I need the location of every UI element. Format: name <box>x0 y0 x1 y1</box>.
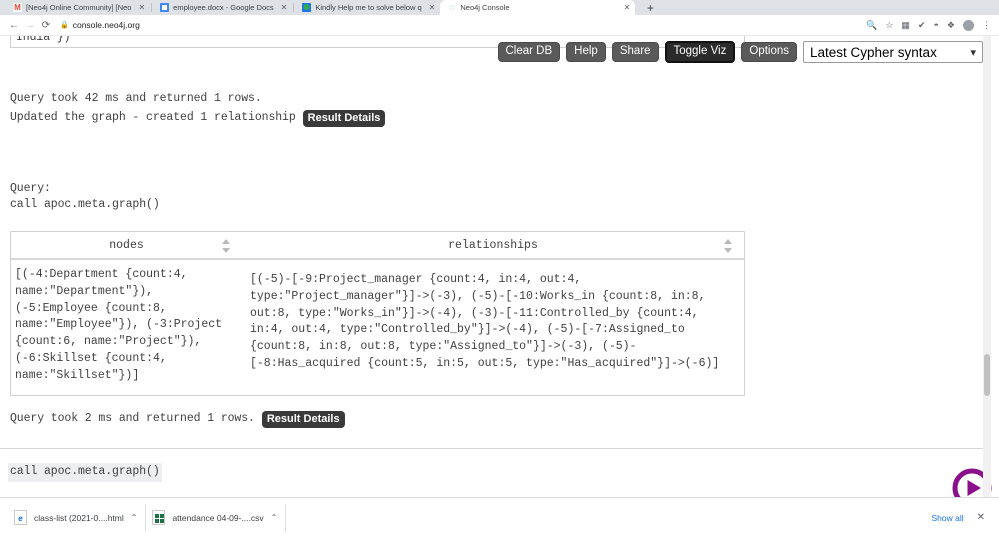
browser-tab-2[interactable]: Kindly Help me to solve below q ✕ <box>295 0 441 15</box>
scrollbar-thumb[interactable] <box>984 354 990 396</box>
previous-query-text: India"}) <box>16 36 71 44</box>
zoom-icon[interactable]: 🔍 <box>866 20 877 30</box>
column-header-label: relationships <box>448 238 538 252</box>
back-icon[interactable]: ← <box>6 17 22 33</box>
browser-toolbar: ← → ⟳ 🔒 console.neo4j.org 🔍 ☆ ▦ ✔ ◓ ❖ ⋮ <box>0 15 999 36</box>
tab-title: [Neo4j Online Community] [Neo <box>26 3 132 12</box>
reload-icon[interactable]: ⟳ <box>38 17 54 33</box>
neo4j-icon <box>447 3 457 12</box>
console-toolbar: Clear DB Help Share Toggle Viz Options L… <box>497 41 983 64</box>
toolbar-actions: 🔍 ☆ ▦ ✔ ◓ ❖ ⋮ <box>866 19 993 31</box>
query-label: Query: <box>10 182 51 195</box>
page-content: Clear DB Help Share Toggle Viz Options L… <box>0 36 992 497</box>
previous-status-text: Query took 42 ms and returned 1 rows. <box>10 92 262 105</box>
column-header-nodes[interactable]: nodes <box>11 232 242 258</box>
sort-icon[interactable] <box>724 239 732 253</box>
google-docs-icon <box>160 3 170 12</box>
query-text: call apoc.meta.graph() <box>10 198 160 211</box>
gmail-icon <box>13 3 22 12</box>
column-header-relationships[interactable]: relationships <box>242 232 744 258</box>
download-item-1[interactable]: attendance 04-09-....csv ⌃ <box>146 503 287 532</box>
lock-icon: 🔒 <box>60 22 69 29</box>
checkmark-icon[interactable]: ✔ <box>918 20 926 30</box>
chevron-down-icon: ▾ <box>970 47 976 60</box>
kebab-menu-icon[interactable]: ⋮ <box>982 20 991 30</box>
previous-update-text: Updated the graph - created 1 relationsh… <box>10 111 296 125</box>
downloads-bar: class-list (2021-0....html ⌃ attendance … <box>0 497 999 537</box>
share-button[interactable]: Share <box>611 42 659 63</box>
current-status-text: Query took 2 ms and returned 1 rows. <box>10 412 255 426</box>
close-icon[interactable]: ✕ <box>135 3 145 12</box>
extension-grid-icon[interactable]: ▦ <box>901 20 910 30</box>
browser-tab-0[interactable]: [Neo4j Online Community] [Neo ✕ <box>6 0 151 15</box>
cypher-syntax-select[interactable]: Latest Cypher syntax ▾ <box>803 41 983 64</box>
cell-nodes: [(-4:Department {count:4, name:"Departme… <box>15 268 229 382</box>
result-table: nodes relationships [(-4:Department {cou… <box>10 231 745 396</box>
current-status-line: Query took 2 ms and returned 1 rows. Res… <box>10 411 345 429</box>
options-button[interactable]: Options <box>741 42 797 63</box>
download-item-0[interactable]: class-list (2021-0....html ⌃ <box>8 503 147 532</box>
cell-relationships: [(-5)-[-9:Project_manager {count:4, in:4… <box>250 273 720 370</box>
download-filename: attendance 04-09-....csv <box>172 512 264 523</box>
profile-avatar[interactable] <box>963 19 974 31</box>
bookmark-star-icon[interactable]: ☆ <box>885 20 893 30</box>
url-text: console.neo4j.org <box>72 20 140 30</box>
address-bar[interactable]: 🔒 console.neo4j.org <box>60 17 866 33</box>
csv-file-icon <box>152 510 166 525</box>
table-row: [(-4:Department {count:4, name:"Departme… <box>11 260 744 395</box>
close-icon[interactable]: ✕ <box>426 3 436 12</box>
previous-status-line: Query took 42 ms and returned 1 rows. <box>10 91 262 108</box>
browser-window: [Neo4j Online Community] [Neo ✕ employee… <box>0 0 999 537</box>
tab-divider <box>293 3 295 12</box>
page-viewport: Clear DB Help Share Toggle Viz Options L… <box>0 36 999 497</box>
chevron-up-icon[interactable]: ⌃ <box>131 513 138 522</box>
query-input[interactable]: call apoc.meta.graph() <box>8 463 162 482</box>
close-icon[interactable]: ✕ <box>621 3 631 12</box>
browser-tab-3[interactable]: Neo4j Console ✕ <box>440 0 636 15</box>
browser-tab-1[interactable]: employee.docx - Google Docs ✕ <box>153 0 293 15</box>
forward-icon[interactable]: → <box>22 17 38 33</box>
close-icon[interactable]: ✕ <box>278 3 288 12</box>
close-downloads-bar-icon[interactable]: ✕ <box>971 512 991 523</box>
result-details-button[interactable]: Result Details <box>261 411 345 429</box>
chevron-up-icon[interactable]: ⌃ <box>271 513 278 522</box>
clear-db-button[interactable]: Clear DB <box>497 42 561 63</box>
tab-strip: [Neo4j Online Community] [Neo ✕ employee… <box>0 0 999 15</box>
shield-icon[interactable]: ◓ <box>933 20 938 30</box>
html-file-icon <box>14 510 27 525</box>
show-all-downloads-button[interactable]: Show all <box>924 510 970 526</box>
tab-title: Kindly Help me to solve below q <box>315 3 422 12</box>
sort-icon[interactable] <box>222 239 230 253</box>
new-tab-button[interactable]: + <box>639 1 662 15</box>
page-scrollbar[interactable] <box>983 36 991 497</box>
tab-title: employee.docx - Google Docs <box>173 3 274 12</box>
tab-divider <box>151 3 153 12</box>
tab-title: Neo4j Console <box>460 3 510 12</box>
column-header-label: nodes <box>109 238 144 252</box>
cypher-syntax-value: Latest Cypher syntax <box>810 45 937 61</box>
community-icon <box>302 3 312 12</box>
query-editor[interactable]: call apoc.meta.graph() <box>0 449 991 497</box>
help-button[interactable]: Help <box>566 42 606 63</box>
puzzle-icon[interactable]: ❖ <box>947 20 955 30</box>
previous-update-line: Updated the graph - created 1 relationsh… <box>10 110 386 128</box>
result-details-button[interactable]: Result Details <box>302 110 386 128</box>
table-header-row: nodes relationships <box>11 232 744 260</box>
download-filename: class-list (2021-0....html <box>34 512 124 523</box>
toggle-viz-button[interactable]: Toggle Viz <box>664 41 736 64</box>
